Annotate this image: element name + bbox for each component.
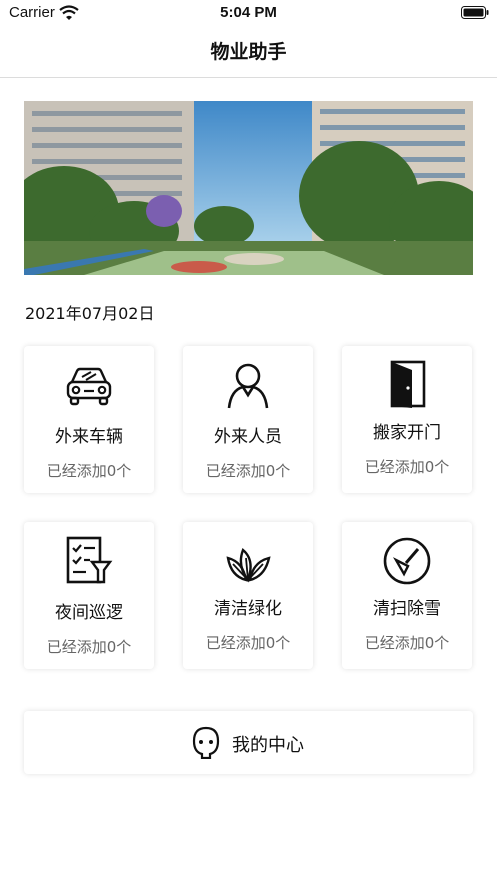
banner-image (24, 101, 473, 275)
card-visitor-vehicle[interactable]: 外来车辆 已经添加0个 (24, 346, 154, 493)
card-cleaning-greening[interactable]: 清洁绿化 已经添加0个 (183, 522, 313, 669)
my-center-button[interactable]: 我的中心 (24, 711, 473, 774)
card-title: 夜间巡逻 (55, 603, 123, 623)
door-icon (390, 360, 426, 408)
card-title: 清扫除雪 (373, 599, 441, 619)
status-bar: Carrier 5:04 PM (0, 0, 497, 26)
card-title: 外来车辆 (55, 427, 123, 447)
my-center-label: 我的中心 (232, 735, 304, 756)
card-moving-door[interactable]: 搬家开门 已经添加0个 (342, 346, 472, 493)
card-count: 已经添加0个 (205, 462, 291, 480)
nav-divider (0, 77, 497, 78)
battery-icon (461, 6, 489, 19)
card-title: 清洁绿化 (214, 599, 282, 619)
leaves-icon (226, 547, 271, 583)
card-sweep-snow[interactable]: 清扫除雪 已经添加0个 (342, 522, 472, 669)
card-count: 已经添加0个 (364, 458, 450, 476)
card-title: 外来人员 (214, 427, 282, 447)
car-icon (66, 367, 112, 406)
card-count: 已经添加0个 (46, 462, 132, 480)
status-time: 5:04 PM (220, 4, 277, 21)
card-title: 搬家开门 (373, 423, 441, 443)
face-icon (192, 726, 220, 759)
card-count: 已经添加0个 (46, 638, 132, 656)
patrol-checklist-icon (66, 536, 113, 584)
card-count: 已经添加0个 (205, 634, 291, 652)
person-icon (227, 363, 269, 409)
page-title: 物业助手 (210, 41, 287, 63)
card-night-patrol[interactable]: 夜间巡逻 已经添加0个 (24, 522, 154, 669)
current-date: 2021年07月02日 (25, 304, 155, 323)
broom-icon (383, 537, 431, 585)
card-visitor-person[interactable]: 外来人员 已经添加0个 (183, 346, 313, 493)
card-count: 已经添加0个 (364, 634, 450, 652)
